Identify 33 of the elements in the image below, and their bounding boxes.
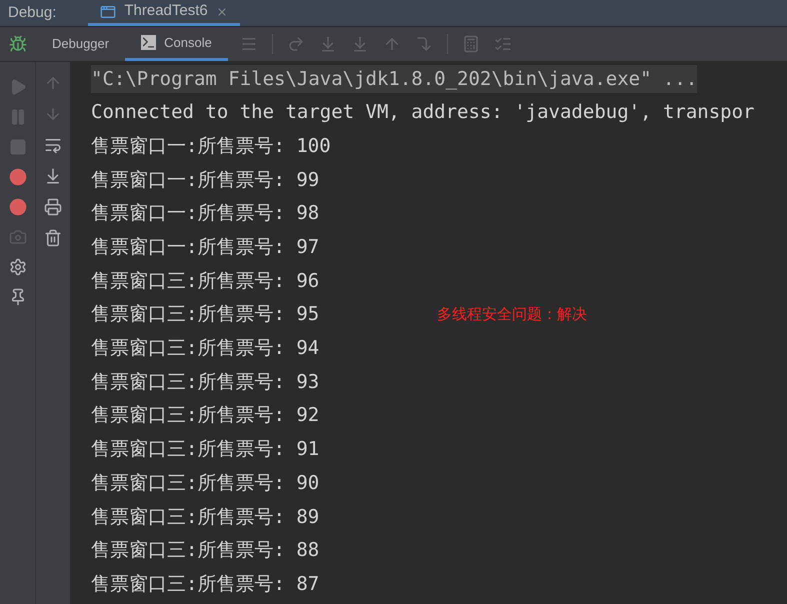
breakpoints-icon[interactable] [8, 168, 26, 186]
console-line: 售票窗口三:所售票号: 95 [91, 302, 320, 328]
settings-icon[interactable] [8, 258, 26, 276]
menu-icon[interactable] [240, 35, 258, 53]
console-line: 售票窗口三:所售票号: 96 [91, 268, 320, 294]
console-line: Connected to the target VM, address: 'javadebug', transpor [91, 100, 754, 126]
console-line: 售票窗口三:所售票号: 94 [91, 336, 320, 362]
console-line: 售票窗口一:所售票号: 98 [91, 201, 320, 226]
console-line: 售票窗口一:所售票号: 99 [91, 168, 320, 193]
annotation: 多线程安全问题：解决 [437, 305, 587, 325]
console-line: 售票窗口三:所售票号: 88 [91, 538, 320, 564]
terminal-icon [141, 35, 156, 50]
console-line: 售票窗口三:所售票号: 89 [91, 504, 320, 530]
trash-icon[interactable] [44, 229, 62, 247]
tool-tab[interactable]: Debugger [36, 27, 126, 61]
scroll-to-end-icon[interactable] [44, 167, 62, 185]
console-line: 售票窗口三:所售票号: 87 [91, 572, 320, 597]
bug-icon[interactable] [9, 35, 27, 53]
console-line: 售票窗口一:所售票号: 97 [91, 235, 320, 260]
window-icon [100, 4, 116, 20]
print-icon[interactable] [44, 198, 62, 216]
console-line: 售票窗口三:所售票号: 90 [91, 470, 320, 496]
run-to-cursor-icon[interactable] [414, 35, 433, 53]
wrap-icon[interactable] [44, 136, 62, 154]
calculator-icon[interactable] [462, 35, 480, 53]
console-line: 售票窗口一:所售票号: 100 [91, 134, 331, 159]
console-line: 售票窗口三:所售票号: 93 [91, 370, 320, 395]
console-line: 售票窗口三:所售票号: 91 [91, 437, 320, 462]
close-icon[interactable] [216, 6, 228, 18]
trace-icon[interactable] [494, 35, 512, 53]
debug-label: Debug: [7, 2, 58, 23]
step-over-icon[interactable] [286, 35, 305, 53]
console-line: 售票窗口三:所售票号: 92 [91, 403, 320, 428]
